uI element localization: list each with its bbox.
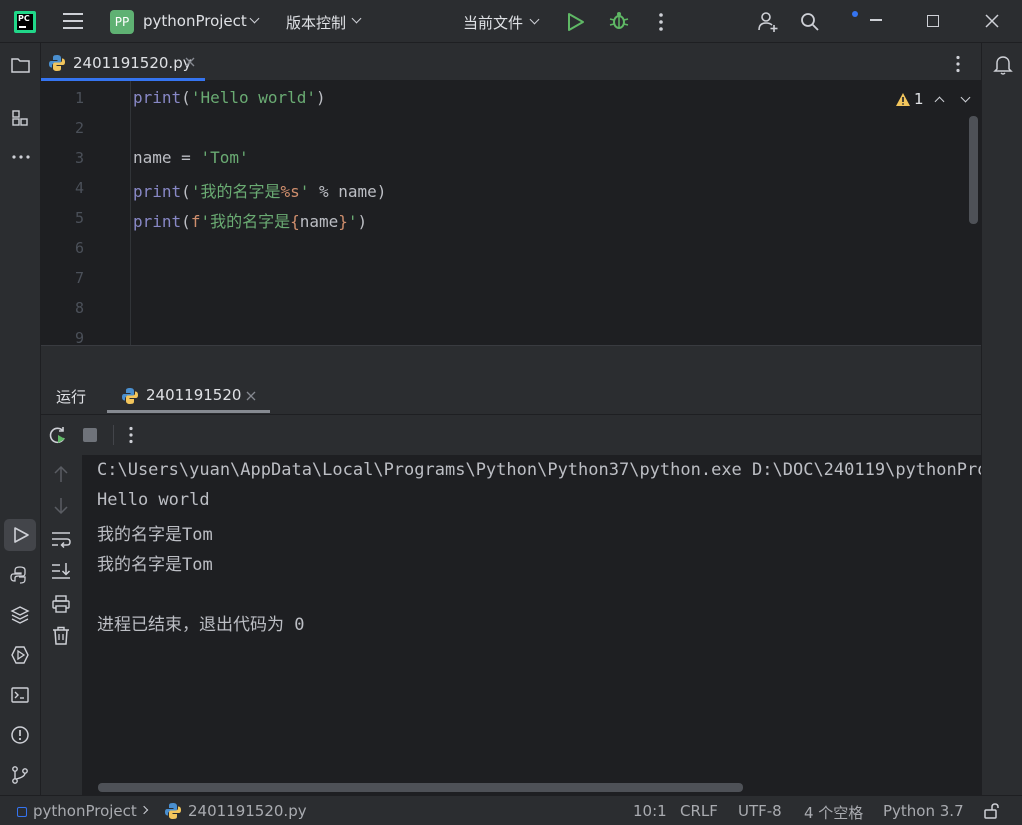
logo-text: PC <box>18 14 30 23</box>
warning-icon[interactable] <box>895 92 911 107</box>
line-number: 6 <box>74 239 84 257</box>
file-encoding[interactable]: UTF-8 <box>738 802 782 820</box>
debug-icon[interactable] <box>609 11 629 31</box>
run-tab-title[interactable]: 运行 <box>56 386 86 407</box>
editor-scrollbar[interactable] <box>969 116 978 224</box>
status-bar: pythonProject 2401191520.py 10:1 CRLF UT… <box>0 795 1022 825</box>
structure-icon[interactable] <box>11 109 29 127</box>
scroll-to-end-icon[interactable] <box>51 562 71 580</box>
run-config-selector[interactable]: 当前文件 <box>463 12 523 33</box>
close-tab-icon[interactable] <box>185 57 195 67</box>
python-file-icon <box>49 55 65 71</box>
line-number: 4 <box>74 179 84 197</box>
rerun-icon[interactable] <box>48 426 68 446</box>
minimize-button[interactable] <box>870 19 882 21</box>
line-number: 5 <box>74 209 84 227</box>
run-toolbar <box>41 415 981 455</box>
pycharm-logo-icon: PC <box>14 11 36 33</box>
caret-position[interactable]: 10:1 <box>633 802 667 820</box>
stop-button[interactable] <box>83 428 97 442</box>
project-folder-icon[interactable] <box>11 56 31 74</box>
code-line-4: print('我的名字是%s' % name) <box>133 182 387 201</box>
project-name[interactable]: pythonProject <box>143 12 247 30</box>
chevron-down-icon[interactable] <box>351 13 362 24</box>
console-line: 进程已结束，退出代码为 0 <box>97 615 305 635</box>
line-separator[interactable]: CRLF <box>680 802 718 820</box>
console-line: Hello world <box>97 490 210 510</box>
vcs-menu[interactable]: 版本控制 <box>286 12 346 33</box>
trash-icon[interactable] <box>52 626 70 646</box>
editor-tabs: 2401191520.py <box>41 43 981 81</box>
python-console-icon[interactable] <box>10 565 30 585</box>
more-vertical-icon[interactable] <box>657 12 665 32</box>
module-icon <box>17 807 27 817</box>
python-interpreter[interactable]: Python 3.7 <box>883 802 964 820</box>
toolbar-separator <box>113 425 114 445</box>
line-number: 7 <box>74 269 84 287</box>
chevron-down-icon[interactable] <box>960 92 971 103</box>
gutter-divider <box>130 81 131 345</box>
run-tool-window-header: 运行 2401191520 <box>41 377 981 415</box>
line-number: 9 <box>74 329 84 345</box>
run-icon[interactable] <box>567 12 585 32</box>
title-bar: PC PP pythonProject 版本控制 当前文件 <box>0 0 1022 43</box>
chevron-right-icon <box>139 805 149 815</box>
main-menu-icon[interactable] <box>63 13 83 29</box>
layers-icon[interactable] <box>10 605 30 625</box>
code-editor[interactable]: 1 2 3 4 5 6 7 8 9 print('Hello world') name = 'T… <box>41 81 981 345</box>
line-number: 8 <box>74 299 84 317</box>
line-number: 2 <box>74 119 84 137</box>
run-session-tab[interactable]: 2401191520 <box>107 377 270 415</box>
code-line-3: name = 'Tom' <box>133 148 249 167</box>
panel-splitter[interactable] <box>41 345 981 377</box>
search-icon[interactable] <box>800 12 820 32</box>
project-badge[interactable]: PP <box>110 10 134 34</box>
print-icon[interactable] <box>52 595 70 613</box>
editor-more-icon[interactable] <box>954 55 962 73</box>
python-file-icon <box>122 388 138 404</box>
right-tool-stripe <box>981 43 1022 795</box>
code-line-5: print(f'我的名字是{name}') <box>133 212 368 231</box>
line-number: 1 <box>74 89 84 107</box>
terminal-icon[interactable] <box>10 685 30 705</box>
active-tab-indicator <box>107 410 270 413</box>
line-number: 3 <box>74 149 84 167</box>
notification-dot-icon <box>852 11 858 17</box>
python-file-icon <box>165 803 181 819</box>
indent-setting[interactable]: 4 个空格 <box>804 802 863 823</box>
chevron-down-icon[interactable] <box>249 13 260 24</box>
maximize-button[interactable] <box>927 15 939 27</box>
soft-wrap-icon[interactable] <box>51 530 71 548</box>
warning-count[interactable]: 1 <box>914 90 924 108</box>
close-icon[interactable] <box>985 14 999 28</box>
services-icon[interactable] <box>10 645 30 665</box>
unlock-icon[interactable] <box>983 802 1001 820</box>
git-branch-icon[interactable] <box>10 765 30 785</box>
console-horizontal-scrollbar[interactable] <box>98 783 743 792</box>
run-tool-icon <box>14 527 29 543</box>
console-line: 我的名字是Tom <box>97 525 213 545</box>
run-console-output[interactable]: C:\Users\yuan\AppData\Local\Programs\Pyt… <box>82 455 981 795</box>
editor-tab[interactable]: 2401191520.py <box>41 43 205 81</box>
chevron-up-icon[interactable] <box>934 96 945 107</box>
code-line-1: print('Hello world') <box>133 88 326 107</box>
left-tool-stripe <box>0 43 41 795</box>
problems-icon[interactable] <box>10 725 30 745</box>
console-line: 我的名字是Tom <box>97 555 213 575</box>
run-tool-button[interactable] <box>4 519 36 551</box>
breadcrumb-file[interactable]: 2401191520.py <box>188 802 307 820</box>
add-user-icon[interactable] <box>757 11 779 33</box>
breadcrumb-project[interactable]: pythonProject <box>33 802 137 820</box>
run-session-tab-label: 2401191520 <box>146 386 242 404</box>
close-tab-icon[interactable] <box>246 391 256 401</box>
chevron-down-icon[interactable] <box>529 14 540 25</box>
run-more-icon[interactable] <box>127 426 135 444</box>
more-horizontal-icon[interactable] <box>11 153 31 161</box>
console-side-toolbar <box>41 455 82 795</box>
editor-tab-label: 2401191520.py <box>73 54 192 72</box>
console-line: C:\Users\yuan\AppData\Local\Programs\Pyt… <box>97 460 981 480</box>
arrow-down-icon[interactable] <box>53 497 69 515</box>
notifications-bell-icon[interactable] <box>993 54 1013 76</box>
arrow-up-icon[interactable] <box>53 465 69 483</box>
